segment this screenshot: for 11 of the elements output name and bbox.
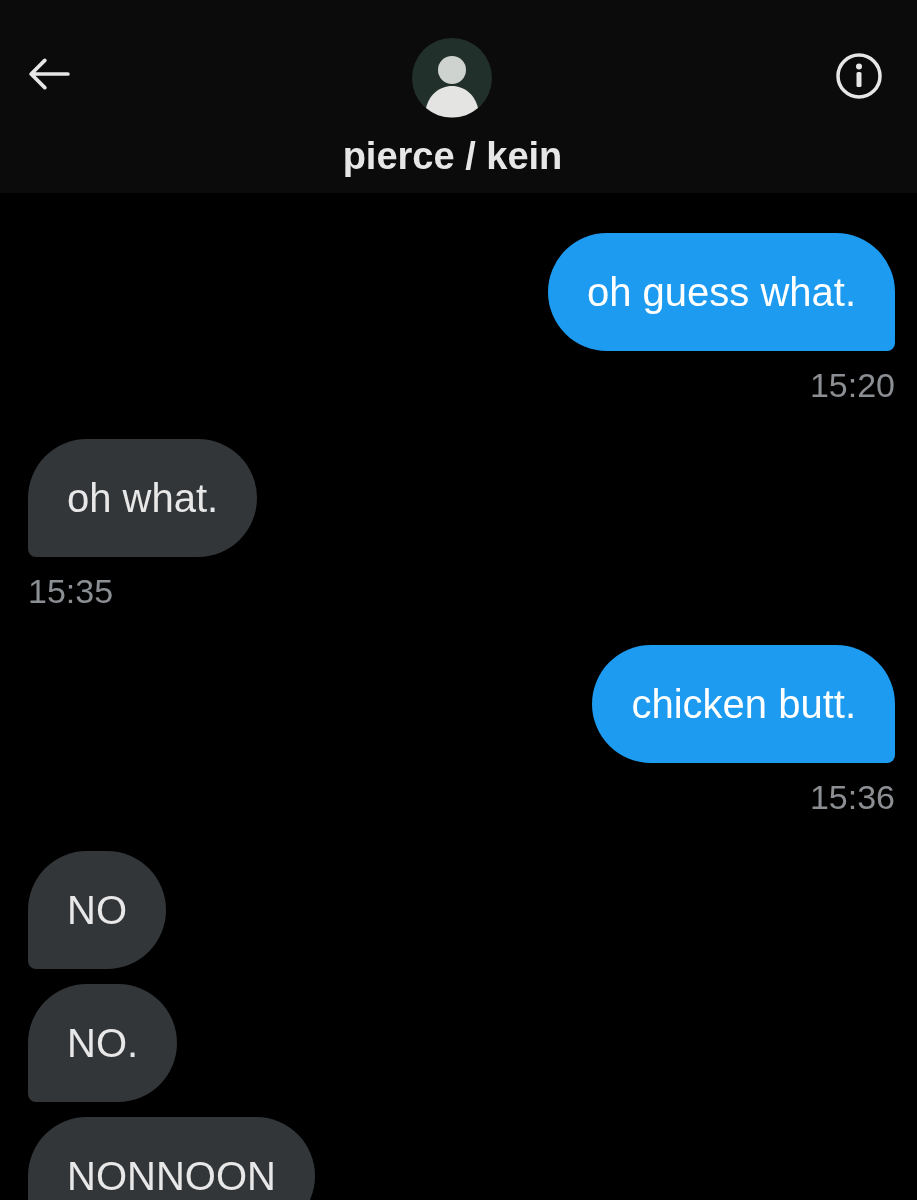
received-message-bubble[interactable]: NO. <box>28 984 178 1102</box>
back-arrow-icon[interactable] <box>28 58 70 90</box>
message-time: 15:36 <box>809 777 895 817</box>
info-icon[interactable] <box>835 52 883 100</box>
received-message-bubble[interactable]: NONNOON <box>28 1117 315 1200</box>
message-time: 15:20 <box>809 365 895 405</box>
avatar[interactable] <box>412 38 493 118</box>
received-message-bubble[interactable]: oh what. <box>28 439 258 557</box>
message-time: 15:35 <box>28 571 114 611</box>
received-message-bubble[interactable]: NO <box>28 851 166 969</box>
contact-name: pierce / kein <box>342 134 563 178</box>
